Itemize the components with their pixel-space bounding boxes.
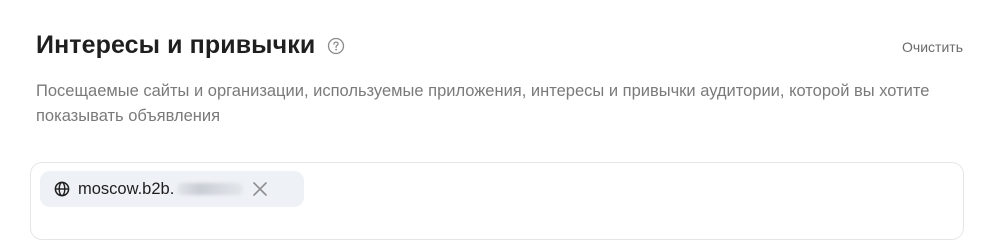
- clear-button[interactable]: Очистить: [902, 38, 963, 56]
- selected-item-chip[interactable]: moscow.b2b.: [40, 171, 304, 207]
- chip-label: moscow.b2b.: [78, 180, 175, 198]
- interests-habits-section: Интересы и привычки Очистить Посещаемые …: [0, 0, 996, 245]
- close-icon[interactable]: [251, 180, 269, 198]
- question-circle-icon[interactable]: [327, 37, 345, 55]
- section-description: Посещаемые сайты и организации, использу…: [36, 82, 930, 125]
- interests-input-field[interactable]: moscow.b2b.: [30, 162, 964, 240]
- redacted-text: [177, 183, 244, 195]
- section-title: Интересы и привычки: [36, 31, 316, 59]
- section-header: Интересы и привычки: [36, 28, 345, 62]
- globe-icon: [54, 181, 70, 197]
